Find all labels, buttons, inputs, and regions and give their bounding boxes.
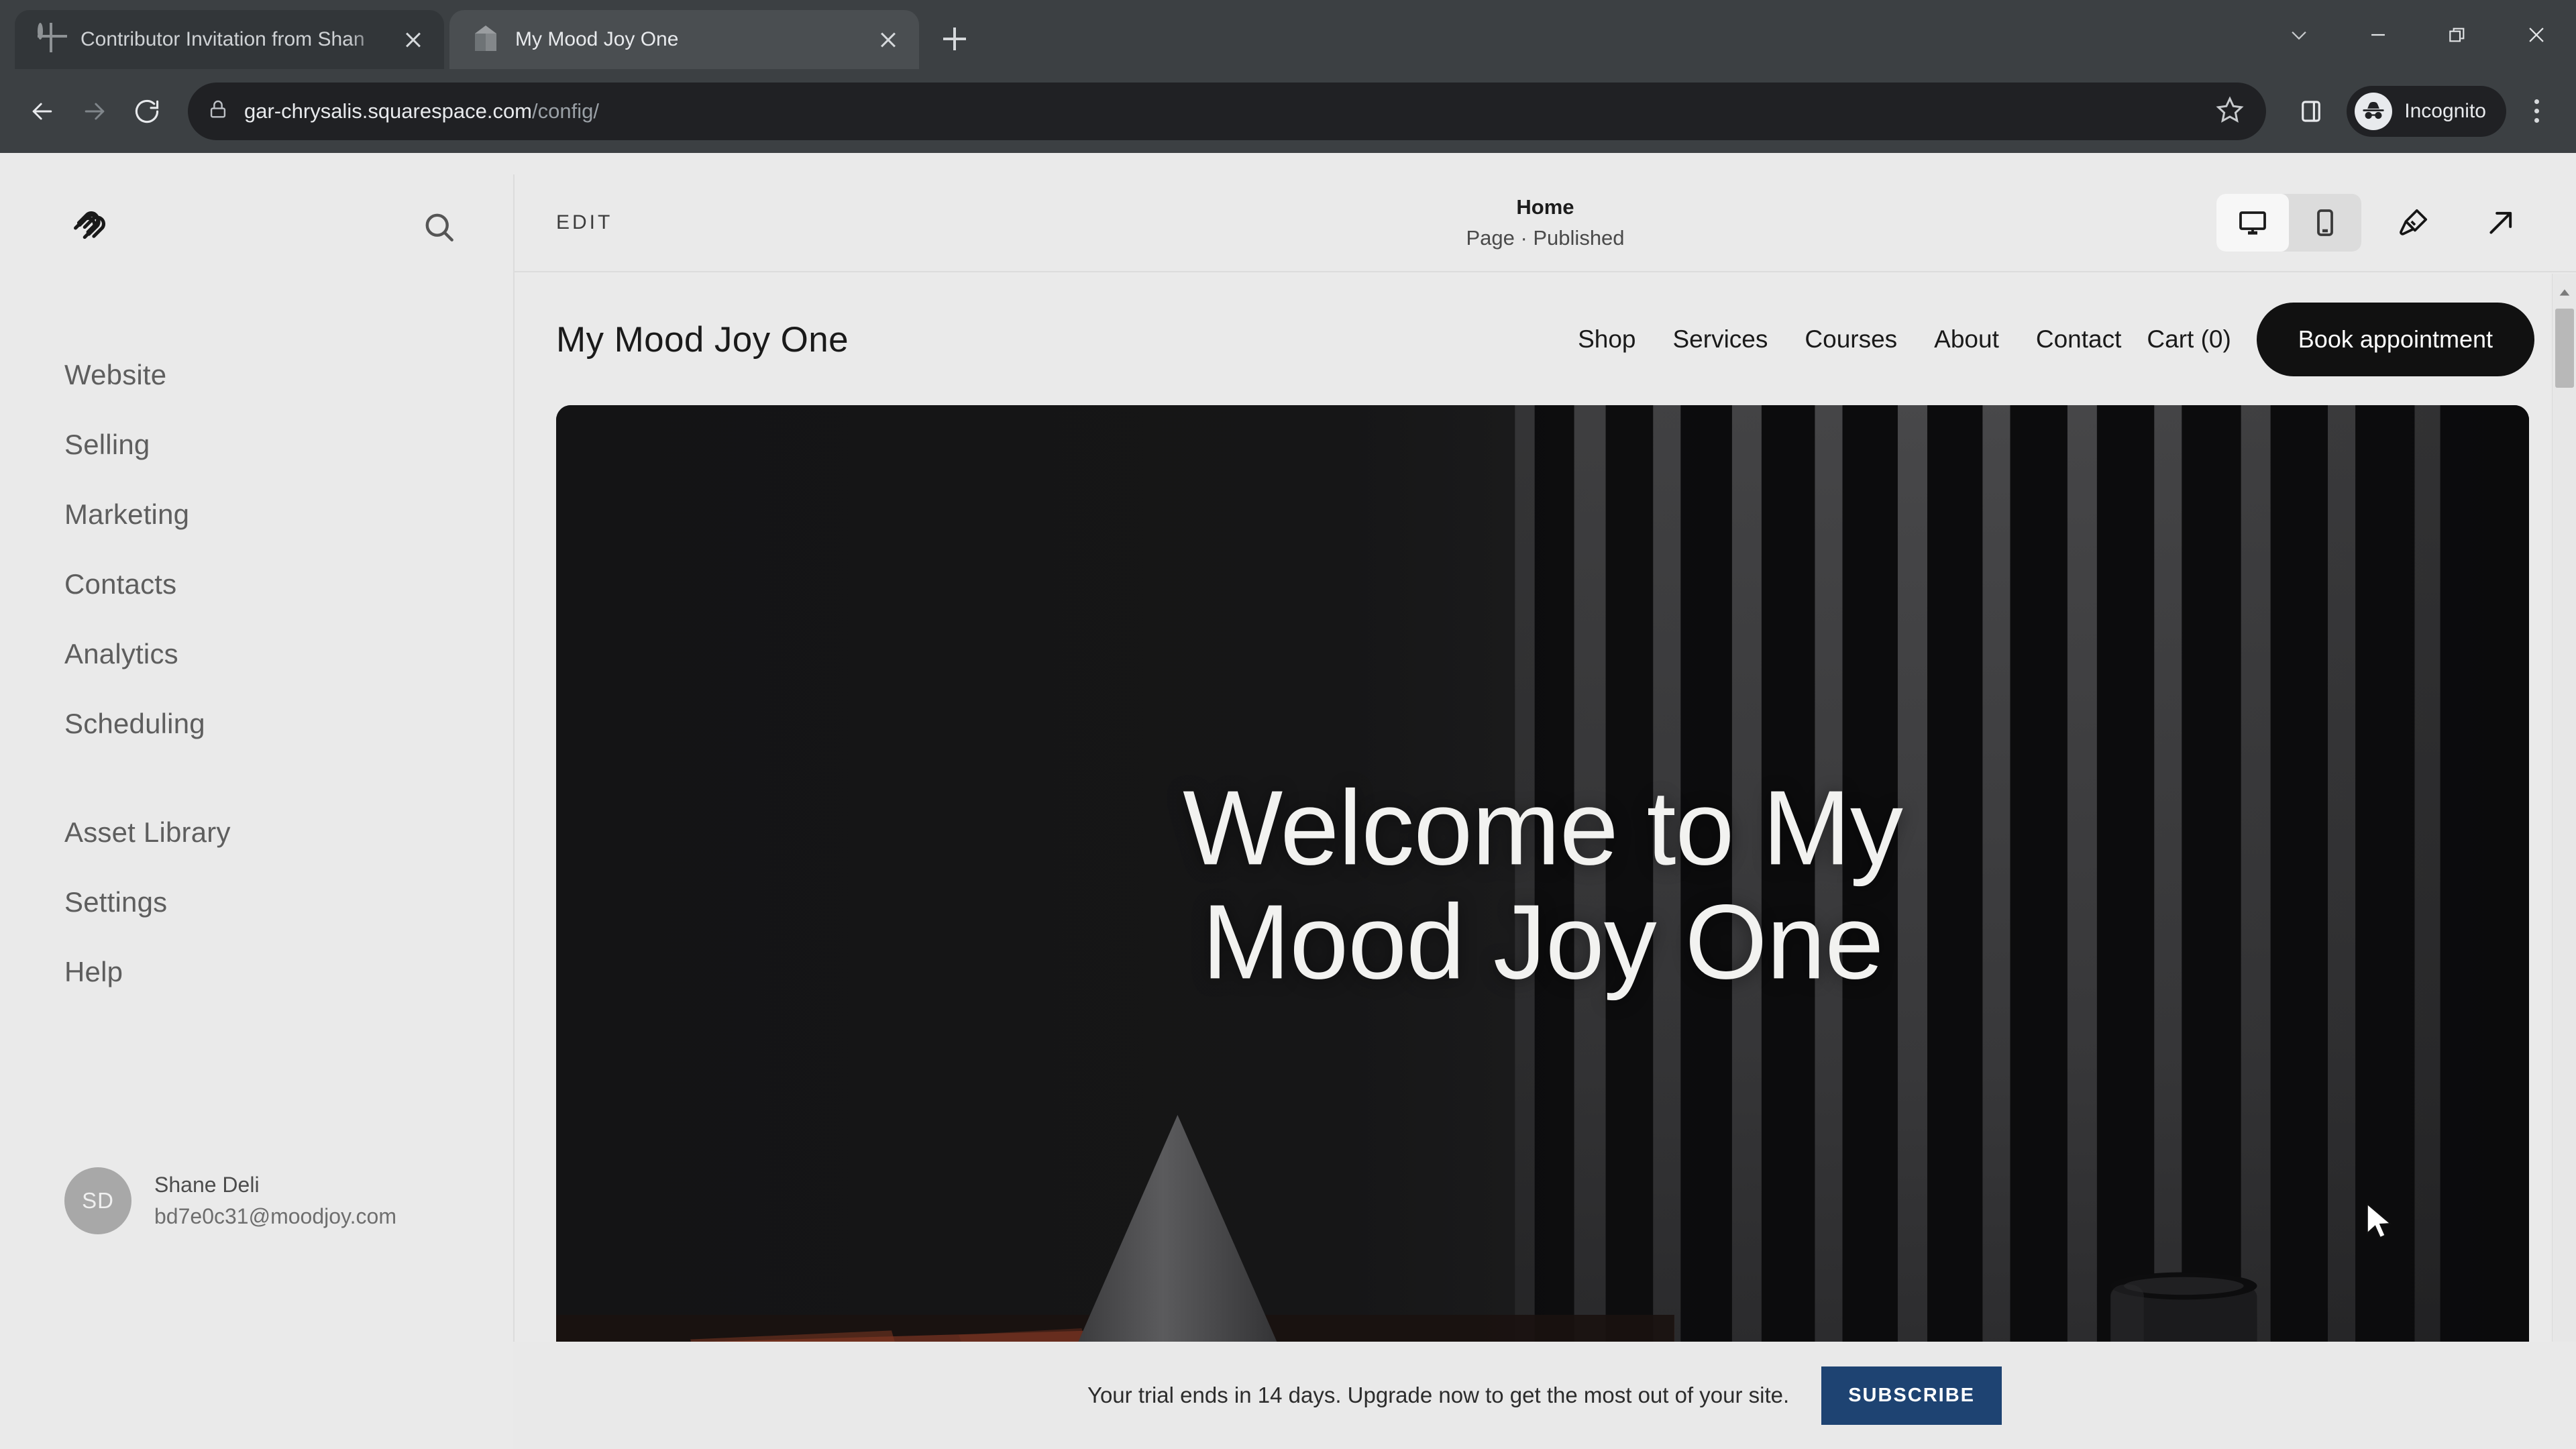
cart-link[interactable]: Cart (0) xyxy=(2147,325,2231,354)
trial-message: Your trial ends in 14 days. Upgrade now … xyxy=(1087,1383,1790,1407)
sidebar-item-website[interactable]: Website xyxy=(64,361,513,389)
avatar: SD xyxy=(64,1167,131,1234)
window-controls xyxy=(2259,0,2576,69)
site-logo[interactable]: My Mood Joy One xyxy=(556,319,849,360)
star-icon[interactable] xyxy=(2214,94,2249,129)
sidebar-secondary-nav: Asset Library Settings Help xyxy=(0,818,513,986)
preview-toolbar: EDIT Home Page · Published xyxy=(515,174,2576,272)
preview-tools xyxy=(2216,194,2536,252)
url-text: gar-chrysalis.squarespace.com/config/ xyxy=(244,99,599,123)
reload-icon[interactable] xyxy=(121,85,173,138)
sidebar-item-asset-library[interactable]: Asset Library xyxy=(64,818,513,847)
squarespace-sidebar: Website Selling Marketing Contacts Analy… xyxy=(0,153,513,1449)
sidebar-item-marketing[interactable]: Marketing xyxy=(64,500,513,529)
paintbrush-icon[interactable] xyxy=(2379,194,2449,252)
squarespace-logo[interactable] xyxy=(64,201,117,254)
app-body: Website Selling Marketing Contacts Analy… xyxy=(0,153,2576,1449)
url-path: /config/ xyxy=(532,99,599,123)
browser-tab-my-mood-joy-one[interactable]: My Mood Joy One xyxy=(449,10,919,69)
trial-banner: Your trial ends in 14 days. Upgrade now … xyxy=(513,1342,2576,1449)
desktop-view-icon[interactable] xyxy=(2216,194,2289,252)
sidebar-item-analytics[interactable]: Analytics xyxy=(64,640,513,668)
scrollbar-thumb[interactable] xyxy=(2555,309,2574,388)
sidebar-header xyxy=(0,153,513,254)
hero-heading-line-1: Welcome to My xyxy=(1183,769,1903,888)
book-appointment-button[interactable]: Book appointment xyxy=(2256,303,2534,376)
incognito-icon xyxy=(2355,92,2393,130)
url-host: gar-chrysalis.squarespace.com xyxy=(244,99,533,123)
site-nav-about[interactable]: About xyxy=(1934,325,1999,354)
three-dot-menu-icon[interactable] xyxy=(2513,85,2560,138)
site-nav-shop[interactable]: Shop xyxy=(1578,325,1635,354)
sidebar-primary-nav: Website Selling Marketing Contacts Analy… xyxy=(0,361,513,738)
site-nav-services[interactable]: Services xyxy=(1673,325,1768,354)
globe-icon xyxy=(38,23,66,54)
site-nav-courses[interactable]: Courses xyxy=(1805,325,1897,354)
tab-strip: Contributor Invitation from Shan My Mood… xyxy=(0,0,2576,69)
profile-incognito-button[interactable]: Incognito xyxy=(2347,85,2506,137)
back-arrow-icon[interactable] xyxy=(16,85,68,138)
browser-tab-contributor-invitation[interactable]: Contributor Invitation from Shan xyxy=(15,10,444,69)
user-email: bd7e0c31@moodjoy.com xyxy=(154,1204,396,1228)
user-name: Shane Deli xyxy=(154,1173,260,1197)
tab-title: Contributor Invitation from Shan xyxy=(80,28,365,50)
chevron-down-icon[interactable] xyxy=(2259,0,2339,69)
site-header: My Mood Joy One Shop Services Courses Ab… xyxy=(515,274,2576,405)
mobile-view-icon[interactable] xyxy=(2289,194,2361,252)
cube-icon xyxy=(472,25,500,54)
sidebar-item-selling[interactable]: Selling xyxy=(64,431,513,459)
browser-toolbar: gar-chrysalis.squarespace.com/config/ In… xyxy=(0,69,2576,153)
new-tab-button[interactable] xyxy=(931,15,978,62)
close-icon[interactable] xyxy=(400,26,427,53)
subscribe-button[interactable]: SUBSCRIBE xyxy=(1821,1366,2002,1425)
device-toggle xyxy=(2216,194,2361,252)
website-preview-frame: My Mood Joy One Shop Services Courses Ab… xyxy=(515,274,2576,1449)
site-navigation: Shop Services Courses About Contact Cart… xyxy=(1578,303,2534,376)
close-icon[interactable] xyxy=(875,26,902,53)
close-icon[interactable] xyxy=(2497,0,2576,69)
lock-icon xyxy=(207,98,229,124)
edit-button[interactable]: EDIT xyxy=(556,211,612,234)
hero-section: Welcome to My Mood Joy One xyxy=(556,405,2529,1449)
open-external-icon[interactable] xyxy=(2466,194,2536,252)
site-nav-contact[interactable]: Contact xyxy=(2036,325,2122,354)
sidebar-user-account[interactable]: SD Shane Deli bd7e0c31@moodjoy.com xyxy=(64,1167,396,1234)
user-details: Shane Deli bd7e0c31@moodjoy.com xyxy=(154,1173,396,1229)
tab-title: My Mood Joy One xyxy=(515,28,679,50)
restore-icon[interactable] xyxy=(2418,0,2497,69)
address-bar[interactable]: gar-chrysalis.squarespace.com/config/ xyxy=(188,82,2267,140)
hero-heading: Welcome to My Mood Joy One xyxy=(556,771,2529,1000)
profile-label: Incognito xyxy=(2404,99,2486,122)
sidebar-item-contacts[interactable]: Contacts xyxy=(64,570,513,598)
search-icon[interactable] xyxy=(418,206,461,249)
sidebar-item-scheduling[interactable]: Scheduling xyxy=(64,710,513,738)
site-preview-panel: EDIT Home Page · Published My Mood Joy O… xyxy=(513,174,2576,1449)
scroll-up-arrow-icon[interactable] xyxy=(2553,280,2576,305)
browser-chrome: Contributor Invitation from Shan My Mood… xyxy=(0,0,2576,153)
side-panel-icon[interactable] xyxy=(2285,85,2337,138)
hero-heading-line-2: Mood Joy One xyxy=(1201,883,1884,1002)
preview-scrollbar[interactable] xyxy=(2552,274,2576,1449)
sidebar-item-settings[interactable]: Settings xyxy=(64,888,513,916)
forward-arrow-icon[interactable] xyxy=(68,85,121,138)
minimize-icon[interactable] xyxy=(2339,0,2418,69)
sidebar-item-help[interactable]: Help xyxy=(64,958,513,986)
